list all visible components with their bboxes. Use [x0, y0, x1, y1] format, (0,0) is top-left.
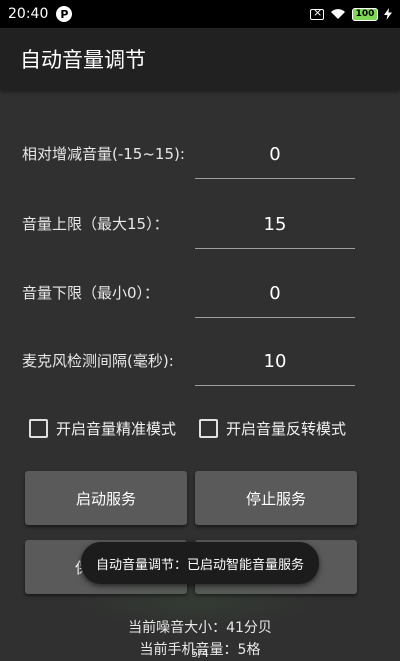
lower-limit-input[interactable] — [195, 270, 355, 318]
app-bar: 自动音量调节 — [0, 28, 400, 90]
checkbox-box[interactable] — [199, 419, 218, 438]
relative-volume-input[interactable] — [195, 131, 355, 179]
noise-level-text: 当前噪音大小：41分贝 — [128, 620, 272, 636]
app-notification-icon: P — [56, 6, 73, 22]
start-service-button[interactable]: 启动服务 — [25, 471, 187, 525]
reverse-mode-label: 开启音量反转模式 — [226, 420, 347, 438]
reverse-mode-checkbox[interactable]: 开启音量反转模式 — [199, 418, 346, 439]
precise-mode-label: 开启音量精准模式 — [56, 420, 177, 438]
status-time: 20:40 — [8, 6, 49, 22]
mic-interval-input[interactable] — [195, 338, 355, 386]
checkbox-box[interactable] — [29, 419, 48, 438]
page-indicator: 5/4 — [191, 647, 209, 660]
battery-icon: 100 — [352, 7, 378, 21]
status-bar: 20:40 P 100 — [0, 0, 400, 28]
upper-limit-label: 音量上限（最大15）： — [22, 215, 169, 233]
stop-service-button[interactable]: 停止服务 — [195, 471, 357, 525]
upper-limit-input[interactable] — [195, 201, 355, 249]
app-title: 自动音量调节 — [20, 48, 146, 72]
status-icons: 100 — [310, 6, 392, 21]
no-sim-icon — [310, 6, 324, 20]
toast-message: 自动音量调节：已启动智能音量服务 — [81, 542, 319, 584]
precise-mode-checkbox[interactable]: 开启音量精准模式 — [29, 418, 176, 439]
charging-icon — [384, 8, 392, 20]
mode-checkboxes: 开启音量精准模式 开启音量反转模式 — [0, 418, 400, 444]
relative-volume-row: 相对增减音量(-15~15): — [0, 131, 400, 181]
mic-interval-row: 麦克风检测间隔(毫秒): — [0, 338, 400, 388]
lower-limit-row: 音量下限（最小0）： — [0, 270, 400, 320]
mic-interval-label: 麦克风检测间隔(毫秒): — [22, 352, 174, 370]
lower-limit-label: 音量下限（最小0）： — [22, 284, 160, 302]
upper-limit-row: 音量上限（最大15）： — [0, 201, 400, 251]
relative-volume-label: 相对增减音量(-15~15): — [22, 145, 185, 163]
wifi-icon — [331, 9, 345, 19]
